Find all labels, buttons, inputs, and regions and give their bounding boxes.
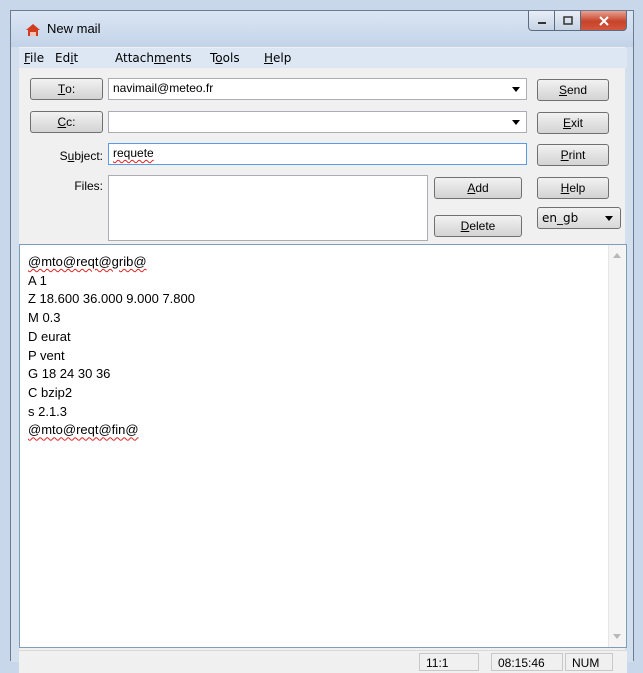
vertical-scrollbar[interactable] xyxy=(608,245,626,647)
subject-value: requete xyxy=(113,146,154,160)
window-title: New mail xyxy=(47,21,101,36)
language-select[interactable]: en_gb xyxy=(537,207,621,229)
scroll-down-icon[interactable] xyxy=(613,634,621,639)
num-lock-indicator: NUM xyxy=(565,653,613,671)
close-icon xyxy=(598,15,609,26)
add-file-button[interactable]: Add xyxy=(434,177,522,199)
subject-input[interactable]: requete xyxy=(108,143,527,165)
files-list[interactable] xyxy=(108,175,428,241)
status-bar: 11:1 08:15:46 NUM xyxy=(19,650,627,673)
body-line: G 18 24 30 36 xyxy=(28,366,111,382)
print-button[interactable]: Print xyxy=(537,144,609,166)
body-line: M 0.3 xyxy=(28,310,61,326)
chevron-down-icon[interactable] xyxy=(605,216,613,221)
body-line: P vent xyxy=(28,347,65,363)
exit-button[interactable]: Exit xyxy=(537,112,609,134)
chevron-down-icon[interactable] xyxy=(512,120,520,125)
window-frame-left xyxy=(11,47,19,662)
maximize-button[interactable] xyxy=(555,11,581,31)
menu-bar: File Edit Attachments Tools Help xyxy=(19,48,627,68)
minimize-button[interactable] xyxy=(528,11,555,31)
menu-file[interactable]: File xyxy=(24,51,44,65)
body-line: @mto@reqt@fin@ xyxy=(28,422,139,438)
language-value: en_gb xyxy=(542,211,579,225)
close-button[interactable] xyxy=(581,11,627,31)
app-house-icon xyxy=(26,24,40,36)
message-text: @mto@reqt@grib@ A 1 Z 18.600 36.000 9.00… xyxy=(28,253,195,440)
body-line: @mto@reqt@grib@ xyxy=(28,254,147,269)
to-button[interactable]: To: xyxy=(30,78,103,100)
body-line: s 2.1.3 xyxy=(28,403,68,419)
title-bar[interactable]: New mail xyxy=(11,11,633,47)
menu-attachments[interactable]: Attachments xyxy=(115,51,192,65)
to-value: navimail@meteo.fr xyxy=(113,81,214,95)
menu-help[interactable]: Help xyxy=(264,51,291,65)
body-line: D eurat xyxy=(28,328,71,344)
body-line: A 1 xyxy=(28,272,47,288)
scroll-up-icon[interactable] xyxy=(613,253,621,258)
menu-edit[interactable]: Edit xyxy=(55,51,78,65)
body-line: Z 18.600 36.000 9.000 7.800 xyxy=(28,291,195,307)
status-time: 08:15:46 xyxy=(491,653,563,671)
maximize-icon xyxy=(562,16,573,25)
cc-button[interactable]: Cc: xyxy=(30,111,103,133)
cursor-position: 11:1 xyxy=(419,653,479,671)
help-button[interactable]: Help xyxy=(537,177,609,199)
delete-file-button[interactable]: Delete xyxy=(434,215,522,237)
body-line: C bzip2 xyxy=(28,384,73,400)
minimize-icon xyxy=(537,21,546,24)
mail-window: New mail File Edit Attachments Tools Hel… xyxy=(10,10,634,673)
subject-label: Subject: xyxy=(59,149,103,163)
cc-combo[interactable] xyxy=(108,111,527,133)
menu-tools[interactable]: Tools xyxy=(210,51,240,65)
send-button[interactable]: Send xyxy=(537,79,609,101)
files-label: Files: xyxy=(74,179,103,193)
to-combo[interactable]: navimail@meteo.fr xyxy=(108,78,527,100)
message-body[interactable]: @mto@reqt@grib@ A 1 Z 18.600 36.000 9.00… xyxy=(19,244,627,648)
chevron-down-icon[interactable] xyxy=(512,87,520,92)
